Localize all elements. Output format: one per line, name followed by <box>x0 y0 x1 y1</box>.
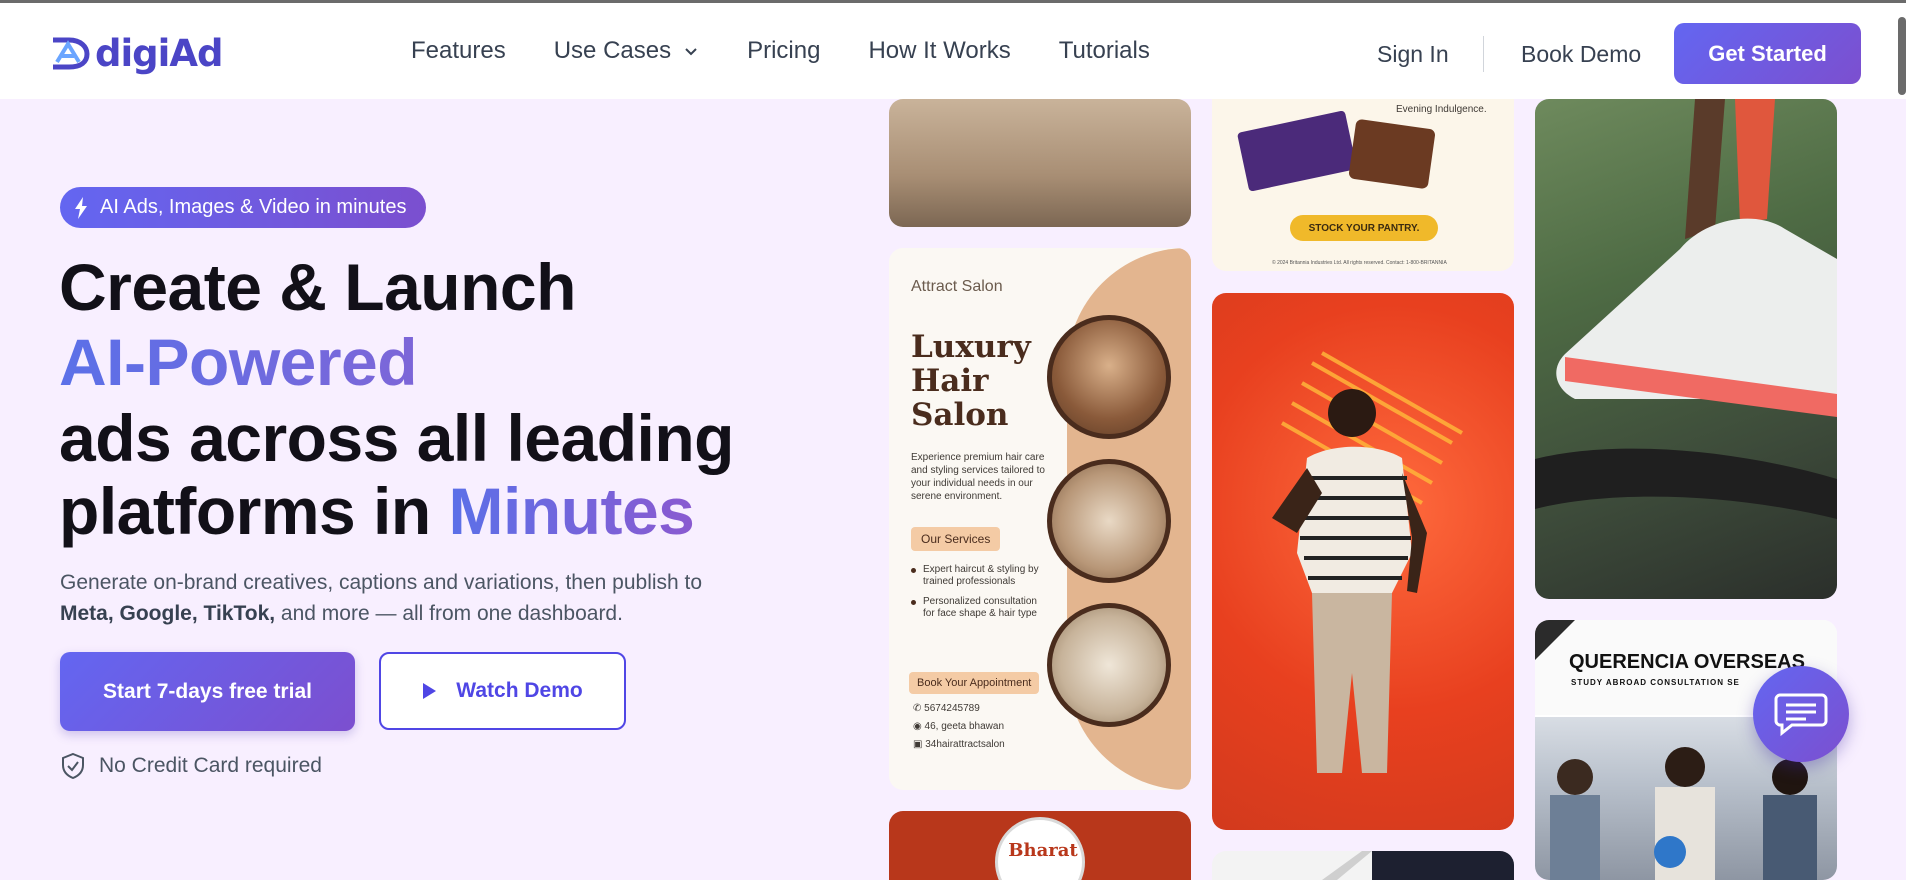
nav-features[interactable]: Features <box>411 37 506 65</box>
watch-demo-button[interactable]: Watch Demo <box>379 652 626 730</box>
bourbon-footer: © 2024 Britannia Industries Ltd. All rig… <box>1272 260 1447 266</box>
hero-title-line-1: Create & Launch <box>59 250 576 324</box>
salon-photo-tools <box>1047 459 1171 583</box>
dancer-image <box>1272 351 1463 773</box>
salon-description: Experience premium hair care and styling… <box>911 452 1045 502</box>
gallery-card-partial <box>1212 851 1514 880</box>
chat-bubble-icon <box>1774 693 1828 737</box>
bourbon-cta: STOCK YOUR PANTRY. <box>1290 215 1438 241</box>
nav-tutorials[interactable]: Tutorials <box>1059 37 1150 65</box>
querencia-title: QUERENCIA OVERSEAS <box>1569 651 1805 673</box>
hero-subtitle-platforms: Meta, Google, TikTok, <box>60 602 276 625</box>
header-divider <box>1483 36 1484 72</box>
bourbon-biscuit-image <box>1348 118 1436 190</box>
salon-address-text: 46, geeta bhawan <box>924 721 1005 732</box>
get-started-button[interactable]: Get Started <box>1674 23 1861 84</box>
hero-subtitle-end: and more — all from one dashboard. <box>275 602 623 625</box>
bourbon-tagline: Evening Indulgence. <box>1396 104 1487 115</box>
nav-how-it-works[interactable]: How It Works <box>868 37 1010 65</box>
watch-demo-label: Watch Demo <box>456 679 583 702</box>
lightning-icon <box>75 197 87 219</box>
salon-title: Luxury Hair Salon <box>911 329 1031 433</box>
gallery-card-sneaker <box>1535 99 1837 599</box>
nav-use-cases-label: Use Cases <box>553 37 672 64</box>
chat-widget-button[interactable] <box>1753 666 1849 762</box>
hero-title-line-3: ads across all leading <box>59 401 734 475</box>
hero-badge-label: AI Ads, Images & Video in minutes <box>100 196 407 218</box>
nav-tutorials-label: Tutorials <box>1058 37 1150 64</box>
logo-text: digiAd <box>95 31 223 75</box>
start-trial-button[interactable]: Start 7-days free trial <box>60 652 355 731</box>
salon-services-label: Our Services <box>911 527 1001 551</box>
nav-features-label: Features <box>411 37 506 64</box>
gallery-card-dancer <box>1212 293 1514 830</box>
no-credit-card-label: No Credit Card required <box>99 754 322 777</box>
hero-title-line-4-prefix: platforms in <box>59 474 449 548</box>
nav-how-it-works-label: How It Works <box>868 37 1011 64</box>
main-nav: Features Use Cases Pricing How It Works … <box>411 37 1198 65</box>
hero-title-accent: Minutes <box>448 474 695 548</box>
salon-photo-hair <box>1047 315 1171 439</box>
scrollbar-thumb[interactable] <box>1898 17 1906 95</box>
logo-mark-icon <box>53 37 90 70</box>
gallery-card-salon: Attract Salon Luxury Hair Salon Experien… <box>889 248 1191 790</box>
salon-photo-interior <box>1047 603 1171 727</box>
play-icon <box>423 683 437 699</box>
salon-phone: ✆ 5674245789 <box>913 703 980 714</box>
shield-check-icon <box>62 753 84 779</box>
site-header: digiAd Features Use Cases Pricing How It… <box>0 3 1906 99</box>
no-credit-card-note: No Credit Card required <box>61 753 322 779</box>
salon-address: ◉ 46, geeta bhawan <box>913 721 1005 732</box>
gallery-card-fabric <box>889 99 1191 227</box>
hero-subtitle-start: Generate on-brand creatives, captions an… <box>60 571 703 594</box>
logo[interactable]: digiAd <box>47 31 223 75</box>
bharat-logo-text: Bharat <box>1008 840 1078 861</box>
querencia-subtitle: STUDY ABROAD CONSULTATION SE <box>1571 678 1740 687</box>
salon-service-item: Personalized consultation for face shape… <box>911 596 1051 620</box>
hero-title-line-4: platforms in Minutes <box>59 478 695 544</box>
partial-card-image <box>1322 851 1514 880</box>
bourbon-pack-image <box>1236 110 1358 192</box>
hero-subtitle: Generate on-brand creatives, captions an… <box>60 567 780 629</box>
chevron-down-icon <box>685 48 697 56</box>
book-demo-link[interactable]: Book Demo <box>1521 41 1641 68</box>
salon-tag: Attract Salon <box>911 278 1003 295</box>
gallery-card-bourbon: Evening Indulgence. STOCK YOUR PANTRY. ©… <box>1212 99 1514 271</box>
nav-pricing-label: Pricing <box>747 37 821 64</box>
sign-in-link[interactable]: Sign In <box>1377 41 1449 68</box>
nav-pricing[interactable]: Pricing <box>747 37 820 65</box>
nav-use-cases[interactable]: Use Cases <box>554 37 699 65</box>
sneaker-image <box>1535 99 1837 519</box>
hero-title-line-2: AI-Powered <box>59 325 418 399</box>
salon-phone-text: 5674245789 <box>924 703 980 714</box>
bharat-logo: Bharat <box>995 817 1085 880</box>
salon-book-label: Book Your Appointment <box>909 672 1040 694</box>
gallery-card-bharat: Bharat <box>889 811 1191 880</box>
salon-handle: ▣ 34hairattractsalon <box>913 739 1005 750</box>
salon-handle-text: 34hairattractsalon <box>925 739 1005 750</box>
hero-badge: AI Ads, Images & Video in minutes <box>60 187 427 228</box>
salon-contact: ✆ 5674245789 ◉ 46, geeta bhawan ▣ 34hair… <box>913 700 1005 754</box>
salon-services-list: Expert haircut & styling by trained prof… <box>911 564 1051 628</box>
salon-service-item: Expert haircut & styling by trained prof… <box>911 564 1051 588</box>
